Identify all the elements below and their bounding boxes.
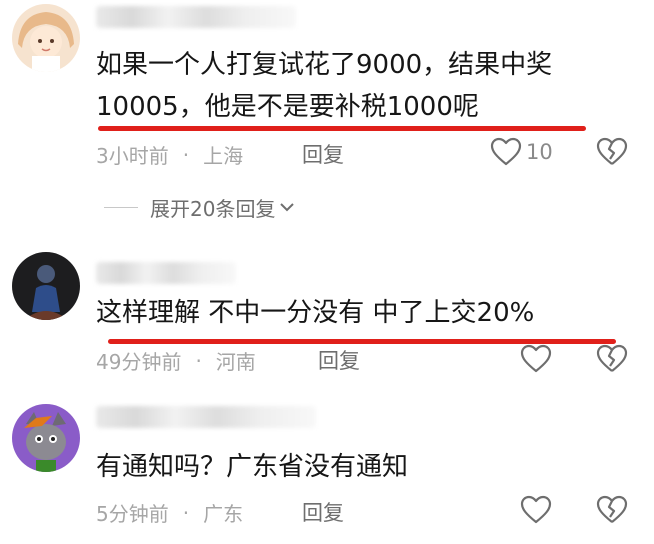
dislike-button[interactable] — [596, 137, 628, 171]
comment-text-line: 如果一个人打复试花了9000，结果中奖 — [96, 50, 553, 80]
expand-replies-button[interactable]: 展开20条回复 — [104, 193, 295, 222]
broken-heart-icon — [596, 495, 628, 529]
broken-heart-icon — [596, 344, 628, 378]
username-blurred[interactable] — [96, 406, 316, 428]
heart-outline-icon — [520, 344, 552, 374]
reply-button[interactable]: 回复 — [302, 497, 344, 527]
comment-text-line: 有通知吗？广东省没有通知 — [96, 452, 409, 482]
heart-outline-icon — [490, 137, 522, 167]
expand-replies-label: 展开20条回复 — [150, 197, 276, 221]
comment-location: 上海 — [203, 144, 244, 168]
heart-outline-icon — [520, 495, 552, 525]
like-button[interactable] — [520, 344, 552, 374]
comment-meta: 5分钟前 · 广东 — [96, 498, 243, 527]
separator-dot: · — [182, 500, 190, 525]
chevron-down-icon — [279, 198, 295, 217]
comment-location: 河南 — [215, 350, 256, 374]
comment-time: 49分钟前 — [96, 350, 182, 374]
reply-button[interactable]: 回复 — [302, 139, 344, 169]
like-count: 10 — [526, 140, 553, 164]
comment-text-line: 这样理解 不中一分没有 中了上交20% — [96, 298, 535, 328]
comment-time: 3小时前 — [96, 144, 169, 168]
like-button[interactable]: 10 — [490, 137, 553, 167]
comment-meta: 49分钟前 · 河南 — [96, 346, 256, 375]
comment-time: 5分钟前 — [96, 502, 169, 526]
dislike-button[interactable] — [596, 495, 628, 529]
avatar[interactable] — [12, 4, 80, 72]
comment-text-line: 10005，他是不是要补税1000呢 — [96, 92, 479, 122]
reply-button[interactable]: 回复 — [318, 345, 360, 375]
avatar[interactable] — [12, 404, 80, 472]
divider-line — [104, 207, 138, 208]
dislike-button[interactable] — [596, 344, 628, 378]
broken-heart-icon — [596, 137, 628, 171]
comment-meta: 3小时前 · 上海 — [96, 140, 243, 169]
separator-dot: · — [195, 348, 202, 373]
comment-location: 广东 — [203, 502, 244, 526]
separator-dot: · — [182, 142, 190, 167]
username-blurred[interactable] — [96, 262, 236, 284]
highlight-underline — [98, 126, 586, 131]
username-blurred[interactable] — [96, 6, 296, 28]
like-button[interactable] — [520, 495, 552, 525]
avatar[interactable] — [12, 252, 80, 320]
